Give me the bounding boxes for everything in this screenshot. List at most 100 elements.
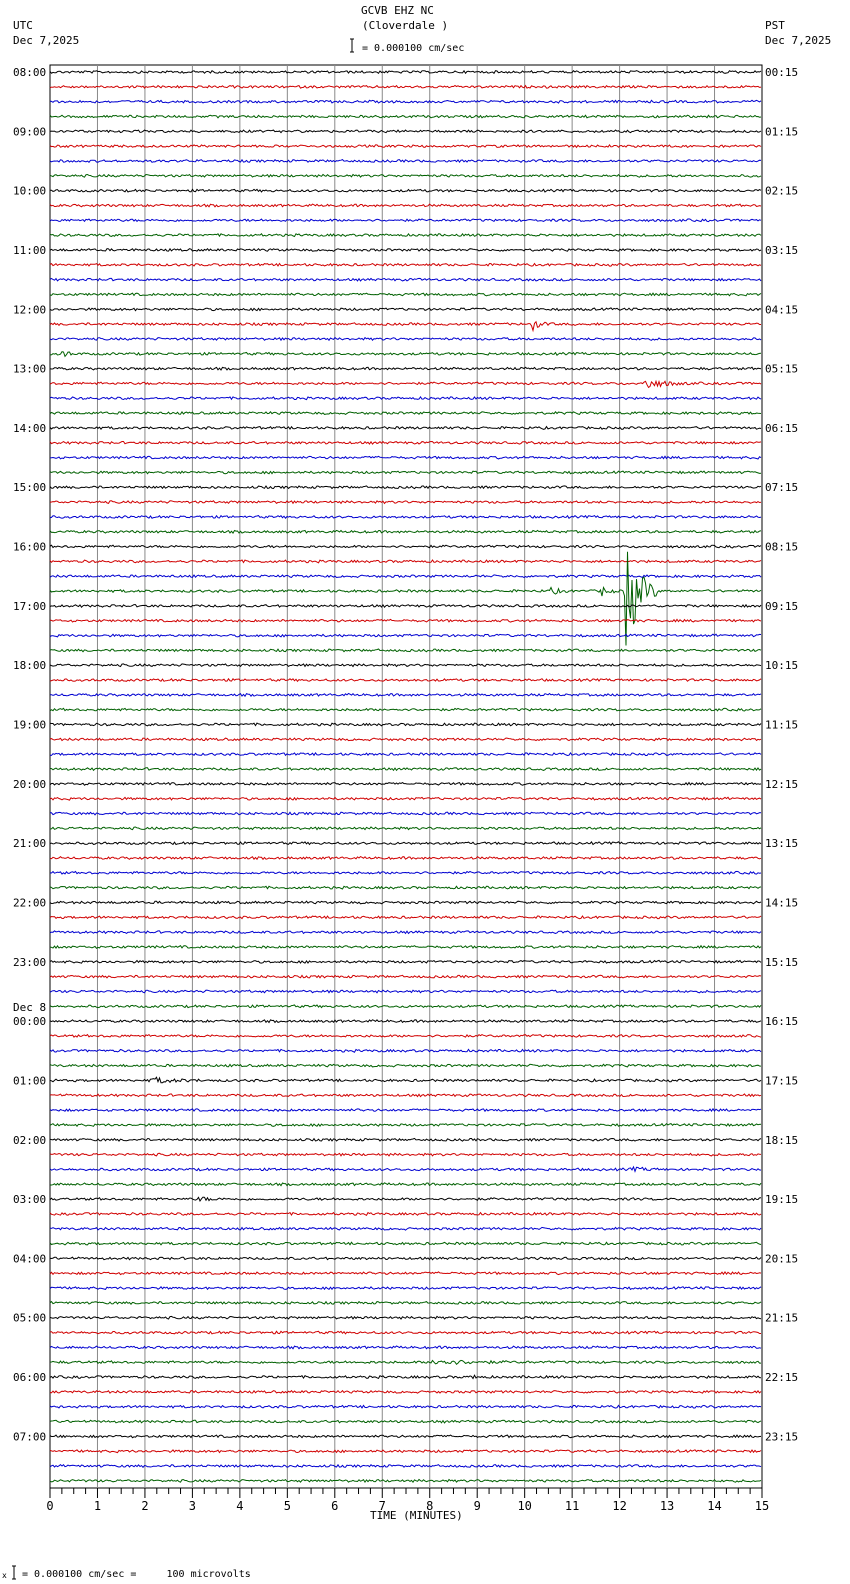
seismic-trace [49, 1211, 762, 1216]
seismic-trace [49, 1241, 762, 1246]
seismic-trace [50, 811, 762, 816]
utc-hour-label: 17:00 [13, 600, 46, 613]
seismic-trace [49, 633, 762, 638]
seismic-trace [49, 648, 762, 653]
utc-hour-label: 19:00 [13, 719, 46, 732]
seismic-trace [49, 574, 762, 579]
pst-hour-label: 10:15 [765, 659, 798, 672]
seismic-trace [49, 203, 762, 208]
pst-hour-label: 02:15 [765, 185, 798, 198]
utc-hour-label: 06:00 [13, 1371, 46, 1384]
pst-hour-label: 00:15 [765, 66, 798, 79]
seismic-trace [49, 277, 762, 282]
seismic-trace [49, 218, 762, 223]
x-tick-label: 5 [284, 1499, 291, 1513]
seismic-trace [49, 158, 762, 164]
seismic-trace [49, 826, 762, 831]
utc-hour-label: 04:00 [13, 1252, 46, 1265]
seismic-trace [49, 1033, 762, 1038]
pst-hour-label: 07:15 [765, 481, 798, 494]
utc-hour-label: 10:00 [13, 185, 46, 198]
utc-hour-label: 13:00 [13, 363, 46, 376]
x-tick-label: 15 [755, 1499, 769, 1513]
seismic-trace [49, 677, 762, 683]
seismic-trace [49, 247, 762, 252]
seismic-trace [49, 1107, 762, 1113]
scale-bar-icon [350, 38, 354, 53]
seismic-trace [49, 485, 762, 490]
seismic-trace [49, 69, 762, 75]
seismic-trace [49, 1004, 762, 1009]
seismic-trace [49, 559, 762, 564]
seismic-trace [49, 1404, 762, 1409]
seismic-trace [49, 307, 762, 312]
seismic-trace [49, 366, 762, 371]
seismic-trace [49, 603, 762, 608]
seismic-trace [49, 232, 762, 238]
seismic-trace [49, 514, 762, 520]
date-change-label: Dec 8 [13, 1001, 46, 1014]
seismic-trace [49, 440, 762, 445]
seismic-trace [49, 379, 762, 389]
seismic-trace [49, 870, 762, 875]
x-tick-label: 9 [474, 1499, 481, 1513]
seismic-trace [49, 885, 762, 890]
pst-hour-label: 19:15 [765, 1193, 798, 1206]
seismic-trace [49, 796, 762, 801]
seismic-trace [49, 1226, 762, 1231]
x-tick-label: 12 [612, 1499, 626, 1513]
utc-hour-label: 02:00 [13, 1134, 46, 1147]
seismic-trace [49, 144, 762, 149]
seismic-trace [49, 1093, 762, 1098]
utc-hour-label: 11:00 [13, 244, 46, 257]
utc-hour-label: 12:00 [13, 303, 46, 316]
pst-hour-label: 05:15 [765, 363, 798, 376]
seismic-trace [49, 1359, 761, 1366]
pst-hour-label: 08:15 [765, 541, 798, 554]
pst-hour-label: 04:15 [765, 303, 798, 316]
utc-hour-label: 23:00 [13, 956, 46, 969]
utc-hour-label: 07:00 [13, 1430, 46, 1443]
seismic-trace [49, 544, 762, 549]
utc-hour-label: 21:00 [13, 837, 46, 850]
seismic-trace [49, 1419, 762, 1424]
seismic-trace [49, 989, 762, 994]
seismic-trace [49, 1019, 762, 1024]
pst-hour-label: 14:15 [765, 896, 798, 909]
seismic-trace [49, 841, 762, 846]
seismic-trace [49, 336, 762, 342]
seismic-trace [49, 751, 762, 757]
seismic-trace [49, 618, 762, 623]
seismic-trace [49, 1330, 761, 1335]
seismic-trace [49, 663, 762, 668]
footer-scale-bar-icon [12, 1565, 16, 1580]
seismic-trace [49, 722, 762, 727]
seismic-trace [50, 188, 762, 193]
seismic-trace [49, 351, 762, 358]
seismic-trace [49, 529, 762, 534]
x-tick-label: 1 [94, 1499, 101, 1513]
seismic-trace [49, 1434, 762, 1439]
x-tick-label: 2 [141, 1499, 148, 1513]
utc-hour-label: 20:00 [13, 778, 46, 791]
seismic-trace [49, 1463, 762, 1469]
utc-hour-label: 05:00 [13, 1312, 46, 1325]
helicorder-plot: 0 1 2 3 4 5 6 7 8 9 10 11 12 13 14 1508:0009:0010:0011:… [12, 38, 798, 1580]
pst-hour-label: 06:15 [765, 422, 798, 435]
x-tick-label: 0 [46, 1499, 53, 1513]
seismic-trace [49, 1315, 762, 1320]
utc-hour-label: 15:00 [13, 481, 46, 494]
seismic-trace [49, 767, 762, 772]
pst-hour-label: 09:15 [765, 600, 798, 613]
pst-hour-label: 15:15 [765, 956, 798, 969]
utc-hour-label: 16:00 [13, 541, 46, 554]
seismic-trace [49, 500, 762, 505]
seismic-trace [49, 84, 762, 89]
seismic-trace [49, 1285, 762, 1291]
utc-hour-label: 03:00 [13, 1193, 46, 1206]
seismic-trace [49, 1389, 762, 1394]
pst-hour-label: 12:15 [765, 778, 798, 791]
pst-hour-label: 20:15 [765, 1252, 798, 1265]
seismic-trace [49, 944, 762, 949]
seismic-trace [49, 915, 762, 920]
